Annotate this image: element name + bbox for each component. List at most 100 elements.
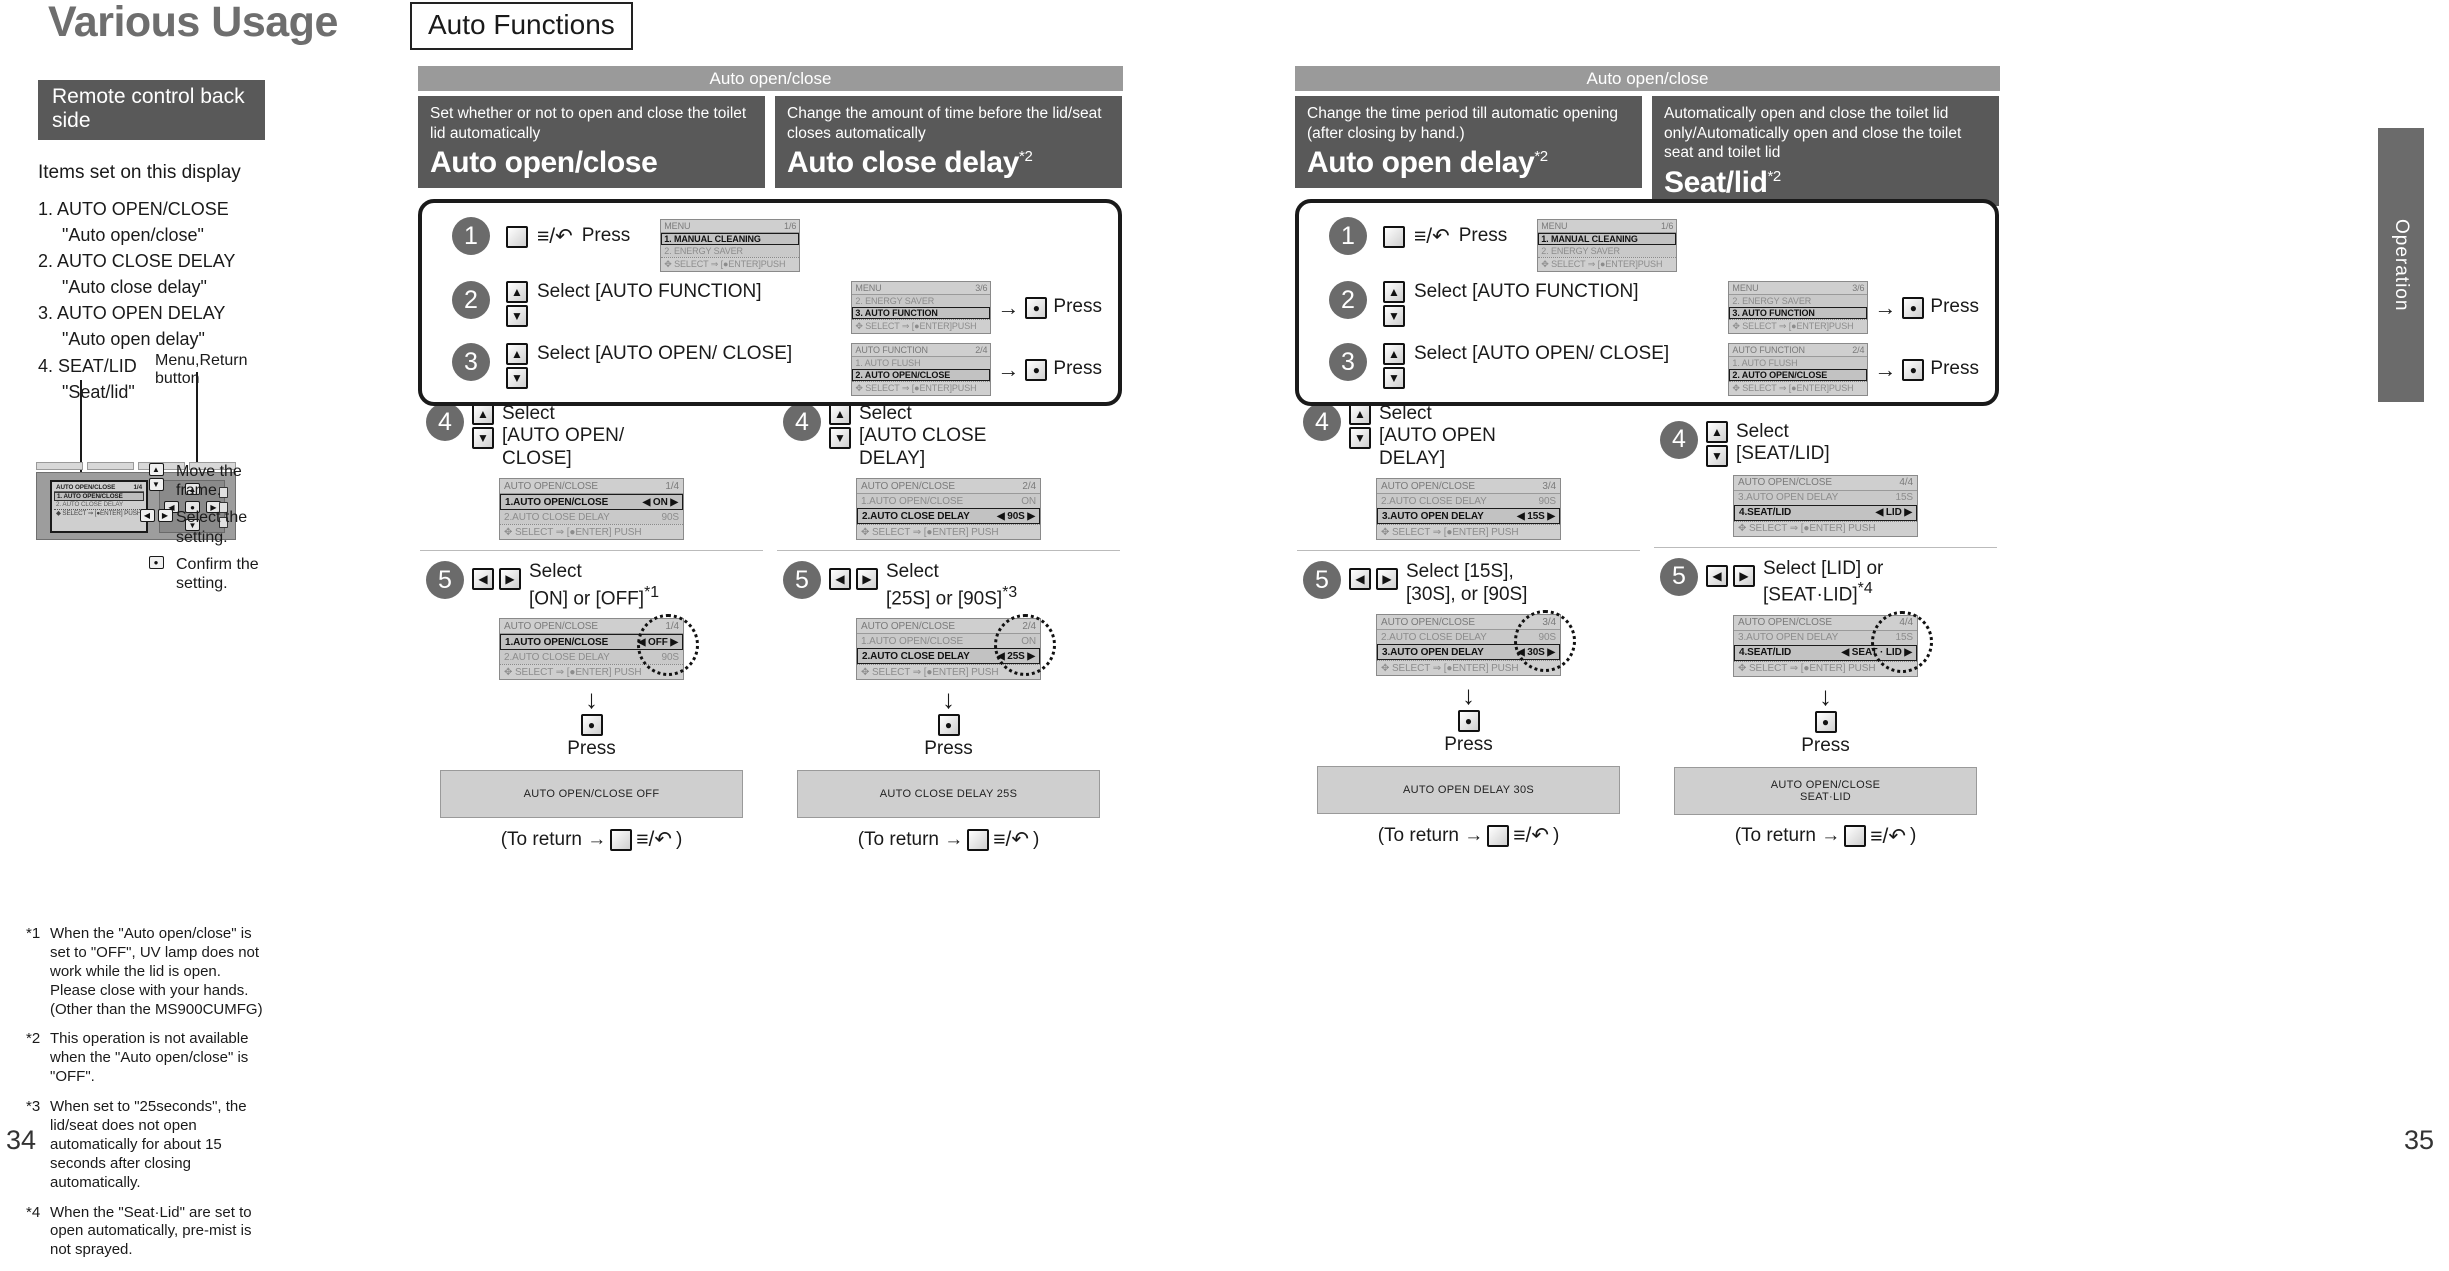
lcd-row-2-label: 3. AUTO FUNCTION [1732,308,1815,318]
page-number-right: 35 [2404,1125,2435,1155]
lcd-row-2-value: ◀ 30S ▶ [1516,646,1555,658]
step-2-down-button[interactable]: ▼ [506,305,528,327]
confirm-enter-button[interactable]: ● [1814,710,1837,733]
lcd-row-1-label: 1. MANUAL CLEANING [1541,234,1638,244]
step-5-lcd-wrap: AUTO OPEN/CLOSE 4/4 3.AUTO OPEN DELAY 15S 4.… [1652,610,1999,677]
step-2-action-label: Select [AUTO FUNCTION] [1414,281,1639,302]
confirm-enter-button[interactable]: ● [1457,710,1480,733]
column-header: Change the amount of time before the lid… [775,96,1122,188]
step-4-up-button[interactable]: ▲ [829,403,851,425]
to-return-menu-button[interactable] [1487,824,1510,847]
remote-lcd-header: AUTO OPEN/CLOSE 1/4 [54,484,144,492]
step-4-down-button[interactable]: ▼ [829,427,851,449]
enter-dot-icon: ● [148,555,164,569]
step-4-lcd-wrap: AUTO OPEN/CLOSE 4/4 3.AUTO OPEN DELAY 15S 4.… [1652,474,1999,537]
group-title-bar: Auto open/close [1295,66,2000,91]
footnotes: *1 When the "Auto open/close" is set to "… [26,925,266,1271]
step-2-enter-button[interactable]: ● [1025,296,1048,319]
to-return-row: (To return → ≡/↶) [1652,824,1999,849]
confirm-enter-button[interactable]: ● [580,714,603,737]
lcd-footer: ✥ SELECT ⇒ [●ENTER] PUSH [1377,660,1560,675]
lcd-row-2: 3.AUTO OPEN DELAY ◀ 15S ▶ [1377,508,1560,525]
lcd-header-value: 2/4 [1852,345,1865,355]
section-divider [420,550,763,552]
lcd-footer: ✥ SELECT ⇒ [●ENTER]PUSH [1729,381,1868,395]
lcd-row-2-value: ◀ 15S ▶ [1516,510,1555,522]
lcd-screen: MENU 3/6 2. ENERGY SAVER 3. AUTO FUNCTION ✥ … [1728,281,1869,334]
step-3-enter-button[interactable]: ● [1025,358,1048,381]
step-4-down-button[interactable]: ▼ [1349,427,1371,449]
footnote-text: This operation is not available when the… [50,1030,249,1086]
group-title-bar: Auto open/close [418,66,1123,91]
step-4-lcd-wrap: AUTO OPEN/CLOSE 2/4 1.AUTO OPEN/CLOSE ON 2.A… [775,478,1122,541]
step-4-arrow-buttons: ▲ ▼ [1349,403,1371,449]
step-5-arrow-buttons: ◀ ▶ [1706,564,1755,587]
step-1-action-label: Press [1458,225,1508,247]
footnote: *1 When the "Auto open/close" is set to "… [26,925,266,1019]
lcd-row-2: 3.AUTO OPEN DELAY ◀ 30S ▶ [1377,644,1560,661]
step-4-up-button[interactable]: ▲ [1349,403,1371,425]
lcd-row-2-value: 90S [661,651,680,663]
menu-return-button[interactable] [1383,225,1405,248]
step-5-right-button[interactable]: ▶ [1376,568,1398,591]
step-4-up-button[interactable]: ▲ [472,403,494,425]
to-return-menu-button[interactable] [610,828,633,851]
step-3-down-button[interactable]: ▼ [1383,367,1405,389]
lcd-row-1: 1. AUTO FLUSH [1729,357,1868,369]
confirm-enter-button[interactable]: ● [937,714,960,737]
result-display: AUTO OPEN/CLOSE SEAT·LID [1674,766,1977,815]
step-2-press-label: Press [1930,296,1979,318]
step-3-down-button[interactable]: ▼ [506,367,528,389]
column-description: Change the time period till automatic op… [1307,105,1619,142]
lcd-header-value: 2/4 [975,345,988,355]
section-badge: Auto Functions [410,2,633,50]
lcd-footer: ✥ SELECT ⇒ [●ENTER]PUSH [661,257,800,271]
down-arrow-icon: ▼ [148,478,164,491]
step-4-action-label: Select [AUTO OPEN/ CLOSE] [502,403,625,469]
lcd-row-1-label: 1.AUTO OPEN/CLOSE [505,496,609,508]
footnote-text: When set to "25seconds", the lid/seat do… [50,1098,247,1191]
step-2-up-button[interactable]: ▲ [1383,281,1405,303]
step-2-up-button[interactable]: ▲ [506,281,528,303]
step-5-left-button[interactable]: ◀ [472,568,494,591]
lcd-header: AUTO OPEN/CLOSE 3/4 [1377,479,1560,495]
step-1-row: 1 ≡/↶ Press MENU 1/6 1. MANUAL CLEANING 2. ENE… [422,203,1118,272]
press-label: Press [1801,734,1850,756]
lcd-header-label: AUTO OPEN/CLOSE [861,480,955,492]
step-4-up-button[interactable]: ▲ [1706,420,1728,443]
step-2-action-label: Select [AUTO FUNCTION] [537,281,762,302]
lcd-footer-text: ✥ SELECT ⇒ [●ENTER] PUSH [1738,523,1876,535]
column-title-footnote-ref: *2 [1019,148,1033,166]
side-tab-label: Operation [2391,218,2412,312]
step-3-up-button[interactable]: ▲ [506,343,528,365]
menu-return-button[interactable] [506,225,528,248]
lcd-header-value: 1/4 [665,620,679,632]
step-5-row: 5 ◀ ▶ Select [15S], [30S], or [90S] [1295,561,1642,606]
step-4-down-button[interactable]: ▼ [472,427,494,449]
step-5-left-button[interactable]: ◀ [829,568,851,591]
step-3-enter-button[interactable]: ● [1902,358,1925,381]
step-5-right-button[interactable]: ▶ [1733,564,1755,587]
step-5-right-button[interactable]: ▶ [856,568,878,591]
result-display: AUTO CLOSE DELAY 25S [797,770,1100,819]
to-return-menu-button[interactable] [1844,825,1867,848]
lcd-header: AUTO OPEN/CLOSE 3/4 [1377,615,1560,631]
step-4-down-button[interactable]: ▼ [1706,444,1728,467]
lcd-footer-text: ✥ SELECT ⇒ [●ENTER] PUSH [1381,526,1519,538]
step-5-left-button[interactable]: ◀ [1349,568,1371,591]
step-3-up-button[interactable]: ▲ [1383,343,1405,365]
step-5-left-button[interactable]: ◀ [1706,564,1728,587]
lcd-row-2-label: 2. AUTO OPEN/CLOSE [855,370,951,380]
lcd-header-label: AUTO OPEN/CLOSE [504,620,598,632]
step-2-row: 2 ▲ ▼ Select [AUTO FUNCTION] MENU 3/6 2. ENERG… [422,272,1118,334]
lcd-row-2-value: 90S [661,511,680,523]
lcd-header-label: AUTO OPEN/CLOSE [1381,480,1475,492]
to-return-menu-button[interactable] [967,828,990,851]
step-5-row: 5 ◀ ▶ Select [25S] or [90S]*3 [775,561,1122,610]
display-item-alias: "Auto open/close" [62,225,204,246]
step-2-enter-button[interactable]: ● [1902,296,1925,319]
lcd-header-value: 4/4 [1899,617,1913,629]
step-4-row: 4 ▲ ▼ Select [AUTO CLOSE DELAY] [775,403,1122,470]
step-2-down-button[interactable]: ▼ [1383,305,1405,327]
step-5-right-button[interactable]: ▶ [499,568,521,591]
